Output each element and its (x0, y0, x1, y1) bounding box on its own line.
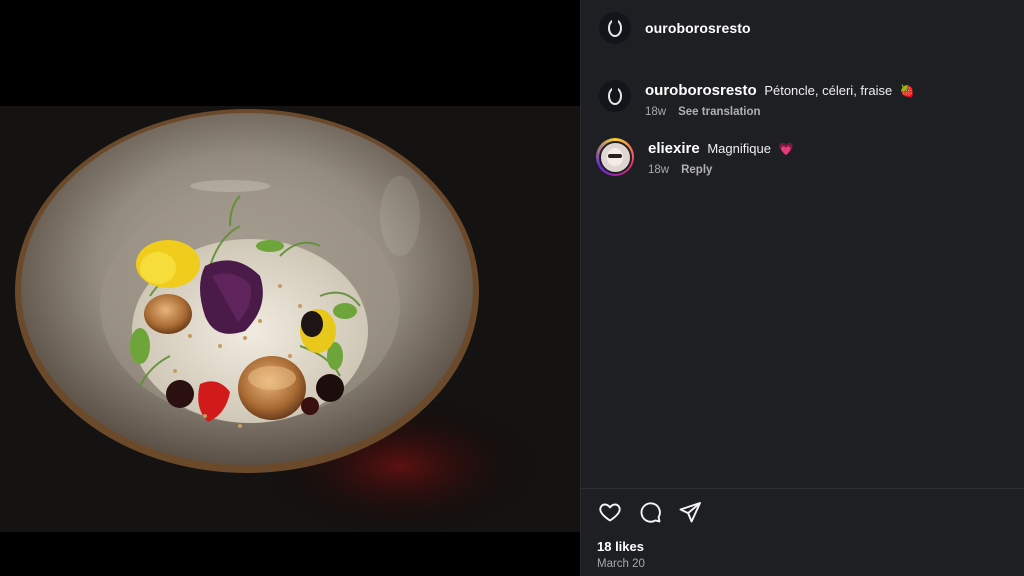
media-pane (0, 0, 580, 576)
header-username[interactable]: ouroborosresto (645, 20, 751, 36)
post-header: ouroborosresto (581, 0, 1024, 56)
likes-count[interactable]: 18 likes (597, 539, 1008, 554)
post-viewer: ouroborosresto ouroborosresto Pétoncle, … (0, 0, 1024, 576)
caption-age: 18w (645, 106, 667, 118)
comment-button[interactable] (637, 499, 663, 525)
heart-icon (599, 503, 621, 522)
post-photo[interactable] (0, 106, 580, 532)
caption-meta: 18w See translation (645, 106, 915, 118)
avatar-image (598, 140, 632, 174)
comment-meta: 18w Reply (648, 164, 794, 176)
share-button[interactable] (677, 499, 703, 525)
post-actions: 18 likes March 20 (581, 488, 1024, 570)
comment-line: eliexire Magnifique 💗 (648, 140, 794, 158)
comments-list: ouroborosresto Pétoncle, céleri, fraise … (581, 56, 1024, 176)
user-photo-icon (607, 148, 623, 166)
account-avatar[interactable] (599, 12, 631, 44)
comment-text: Magnifique (707, 141, 771, 156)
comment-age: 18w (648, 164, 670, 176)
ouroboros-logo-icon (608, 85, 622, 105)
caption-text: Pétoncle, céleri, fraise (764, 83, 893, 98)
caption-item: ouroborosresto Pétoncle, céleri, fraise … (599, 80, 1006, 118)
like-button[interactable] (597, 499, 623, 525)
send-icon (679, 502, 701, 523)
comment-item: eliexire Magnifique 💗 18w Reply (596, 138, 1006, 176)
ouroboros-logo-icon (608, 17, 622, 37)
caption-line: ouroborosresto Pétoncle, céleri, fraise … (645, 82, 915, 100)
strawberry-icon: 🍓 (899, 84, 915, 98)
action-icons (597, 497, 1008, 527)
post-date: March 20 (597, 558, 645, 570)
caption-avatar[interactable] (599, 80, 631, 112)
caption-username[interactable]: ouroborosresto (645, 82, 757, 99)
see-translation-button[interactable]: See translation (678, 106, 760, 118)
comment-icon (640, 502, 661, 523)
commenter-avatar[interactable] (596, 138, 634, 176)
post-side-panel: ouroborosresto ouroborosresto Pétoncle, … (580, 0, 1024, 576)
comment-body: eliexire Magnifique 💗 18w Reply (648, 138, 794, 176)
comment-username[interactable]: eliexire (648, 140, 700, 157)
pink-heart-icon: 💗 (778, 142, 794, 156)
caption-body: ouroborosresto Pétoncle, céleri, fraise … (645, 80, 915, 118)
reply-button[interactable]: Reply (681, 164, 712, 176)
food-plate-image (0, 106, 580, 532)
